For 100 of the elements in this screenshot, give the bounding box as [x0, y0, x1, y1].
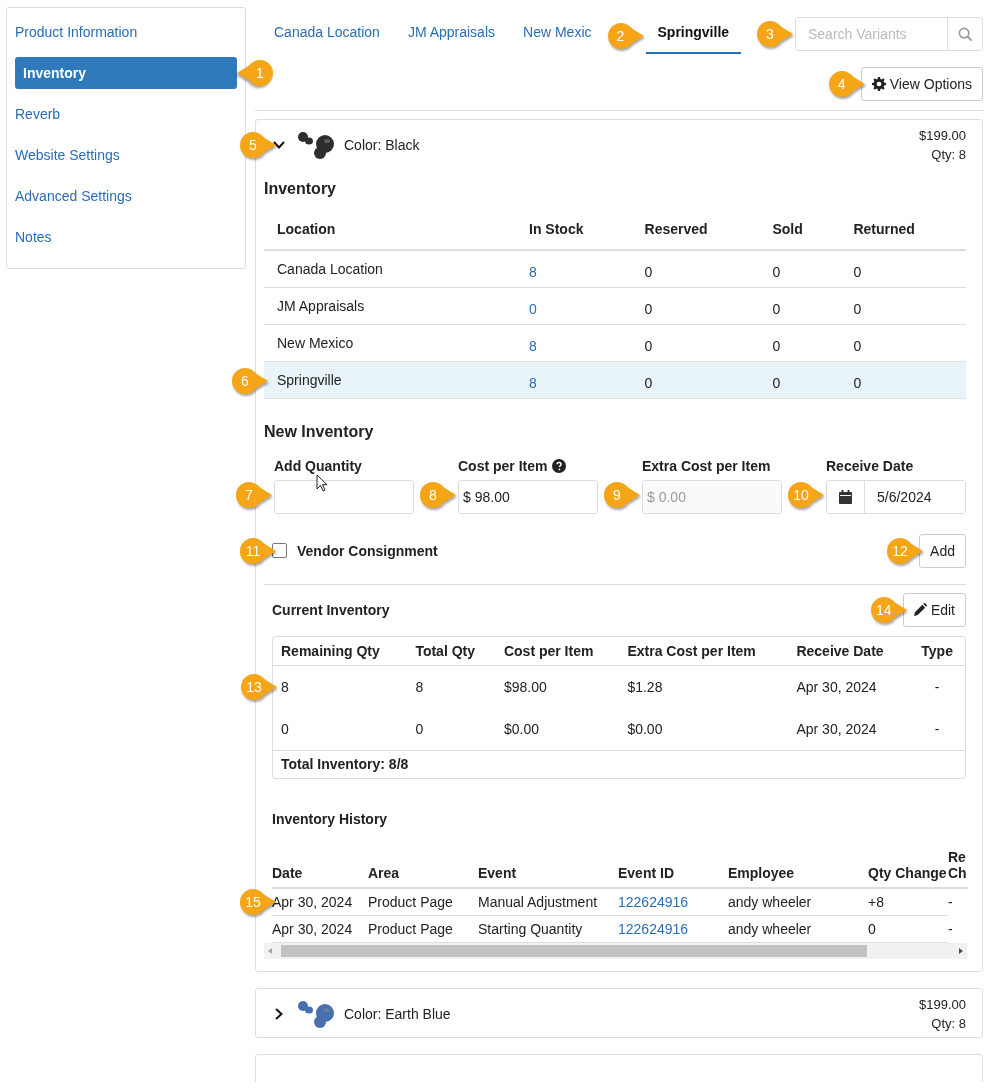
table-cell[interactable]: 8 [529, 263, 537, 280]
location-tab[interactable]: Canada Location [260, 17, 394, 54]
column-header: Event [478, 844, 618, 888]
date-field[interactable]: 5/6/2024 [826, 479, 966, 514]
column-header: Cost per Item [495, 636, 620, 665]
location-tab[interactable]: Springville [645, 17, 742, 54]
table-cell: 0 [644, 337, 653, 354]
table-cell: 0 [644, 374, 653, 391]
table-cell: Apr 30, 2024 [272, 893, 353, 910]
table-cell: JM Appraisals [277, 297, 365, 314]
table-cell: 8 [415, 678, 424, 695]
table-cell: 0 [281, 720, 289, 737]
table-cell: 0 [772, 337, 781, 354]
pencil-icon [913, 603, 927, 616]
table-row[interactable]: JM Appraisals 0 0 0 0 [264, 287, 966, 324]
table-cell[interactable]: 8 [529, 374, 537, 391]
column-header: Receive Date [788, 636, 910, 665]
sidebar-item[interactable]: Advanced Settings [15, 180, 237, 212]
column-header: Qty Change [868, 844, 948, 888]
field-label: Add Quantity [274, 457, 362, 474]
table-cell: 0 [853, 374, 862, 391]
table-cell: 0 [644, 300, 653, 317]
table-cell: Starting Quantity [478, 920, 583, 937]
total-text: Total Inventory: 8/8 [281, 755, 409, 772]
table-cell: Canada Location [277, 260, 383, 277]
table-cell: - [948, 920, 953, 937]
field-label: Cost per Item [458, 457, 548, 474]
search-icon[interactable] [957, 26, 973, 42]
table-cell: +8 [868, 893, 884, 910]
column-header: Location [264, 208, 516, 250]
sidebar-item[interactable]: Notes [15, 221, 237, 253]
table-cell[interactable]: 8 [529, 337, 537, 354]
table-row[interactable]: Springville 8 0 0 0 [264, 361, 966, 398]
table-cell: $0.00 [627, 720, 663, 737]
column-header: Event ID [618, 844, 728, 888]
table-cell: Apr 30, 2024 [796, 678, 877, 695]
column-header: Employee [728, 844, 868, 888]
table-cell: Product Page [368, 920, 453, 937]
table-cell: 0 [853, 337, 862, 354]
table-cell: 0 [853, 300, 862, 317]
section-title: New Inventory [264, 422, 375, 441]
table-cell: $98.00 [503, 678, 547, 695]
column-header: Area [368, 844, 478, 888]
table-cell: 0 [853, 263, 862, 280]
variant-price: $199.00 [919, 128, 966, 143]
column-header: Total Qty [407, 636, 496, 665]
table-row[interactable]: Canada Location 8 0 0 0 [264, 250, 966, 287]
table-cell[interactable]: 122624916 [618, 920, 689, 937]
checkbox-label: Vendor Consignment [297, 542, 438, 559]
edit-button[interactable]: Edit [902, 592, 966, 627]
section-title: Inventory [264, 180, 337, 198]
variant-quantity: Qty: 8 [931, 1015, 966, 1031]
section-title: Inventory History [272, 810, 388, 827]
gear-icon [871, 77, 886, 91]
column-header: Extra Cost per Item [619, 636, 789, 665]
table-cell: $1.28 [627, 678, 663, 695]
variant-price: $199.00 [919, 996, 966, 1012]
table-cell[interactable]: 122624916 [618, 893, 689, 910]
table-row[interactable]: New Mexico 8 0 0 0 [264, 324, 966, 361]
input-field[interactable]: $ 98.00 [458, 479, 598, 514]
sidebar-item[interactable]: Inventory [15, 57, 237, 89]
table-cell: New Mexico [277, 334, 354, 351]
table-cell: 0 [644, 263, 653, 280]
table-cell: $0.00 [503, 720, 539, 737]
sidebar-item[interactable]: Website Settings [15, 139, 237, 171]
search-field[interactable]: Search Variants [795, 17, 983, 51]
table-cell: Springville [277, 371, 342, 388]
column-header: Re Ch [948, 844, 968, 888]
table-cell: 8 [281, 678, 289, 695]
table-cell: Manual Adjustment [478, 893, 598, 910]
view-options-button[interactable]: View Options [860, 67, 983, 101]
location-tab[interactable]: New Mexic [509, 17, 606, 54]
table-cell: 0 [415, 720, 424, 737]
variant-label: Color: Black [344, 137, 420, 153]
table-cell: 0 [868, 920, 876, 937]
section-title: Current Inventory [272, 601, 390, 618]
table-cell: - [934, 720, 940, 737]
column-header: Remaining Qty [273, 636, 408, 665]
table-cell: 0 [772, 263, 781, 280]
table-cell[interactable]: 0 [529, 300, 537, 317]
table-cell: andy wheeler [728, 893, 812, 910]
column-header: Sold [759, 208, 841, 250]
field-label: Receive Date [826, 457, 914, 474]
table-cell: - [934, 678, 940, 695]
table-cell: andy wheeler [728, 920, 812, 937]
table-cell: Apr 30, 2024 [272, 920, 353, 937]
input-field[interactable]: $ 0.00 [642, 479, 782, 514]
sidebar-item[interactable]: Product Information [15, 16, 237, 48]
add-button[interactable]: Add [919, 533, 966, 568]
location-tab[interactable]: JM Appraisals [393, 17, 510, 54]
variant-quantity: Qty: 8 [931, 147, 966, 162]
calendar-icon[interactable] [839, 489, 852, 504]
help-icon[interactable] [552, 458, 567, 473]
sidebar-item[interactable]: Reverb [15, 98, 237, 130]
field-label: Extra Cost per Item [642, 457, 771, 474]
column-header: Type [909, 636, 965, 665]
table-cell: 0 [772, 300, 781, 317]
column-header: Returned [840, 208, 966, 250]
input-field[interactable] [274, 479, 414, 514]
column-header: Date [272, 844, 368, 888]
